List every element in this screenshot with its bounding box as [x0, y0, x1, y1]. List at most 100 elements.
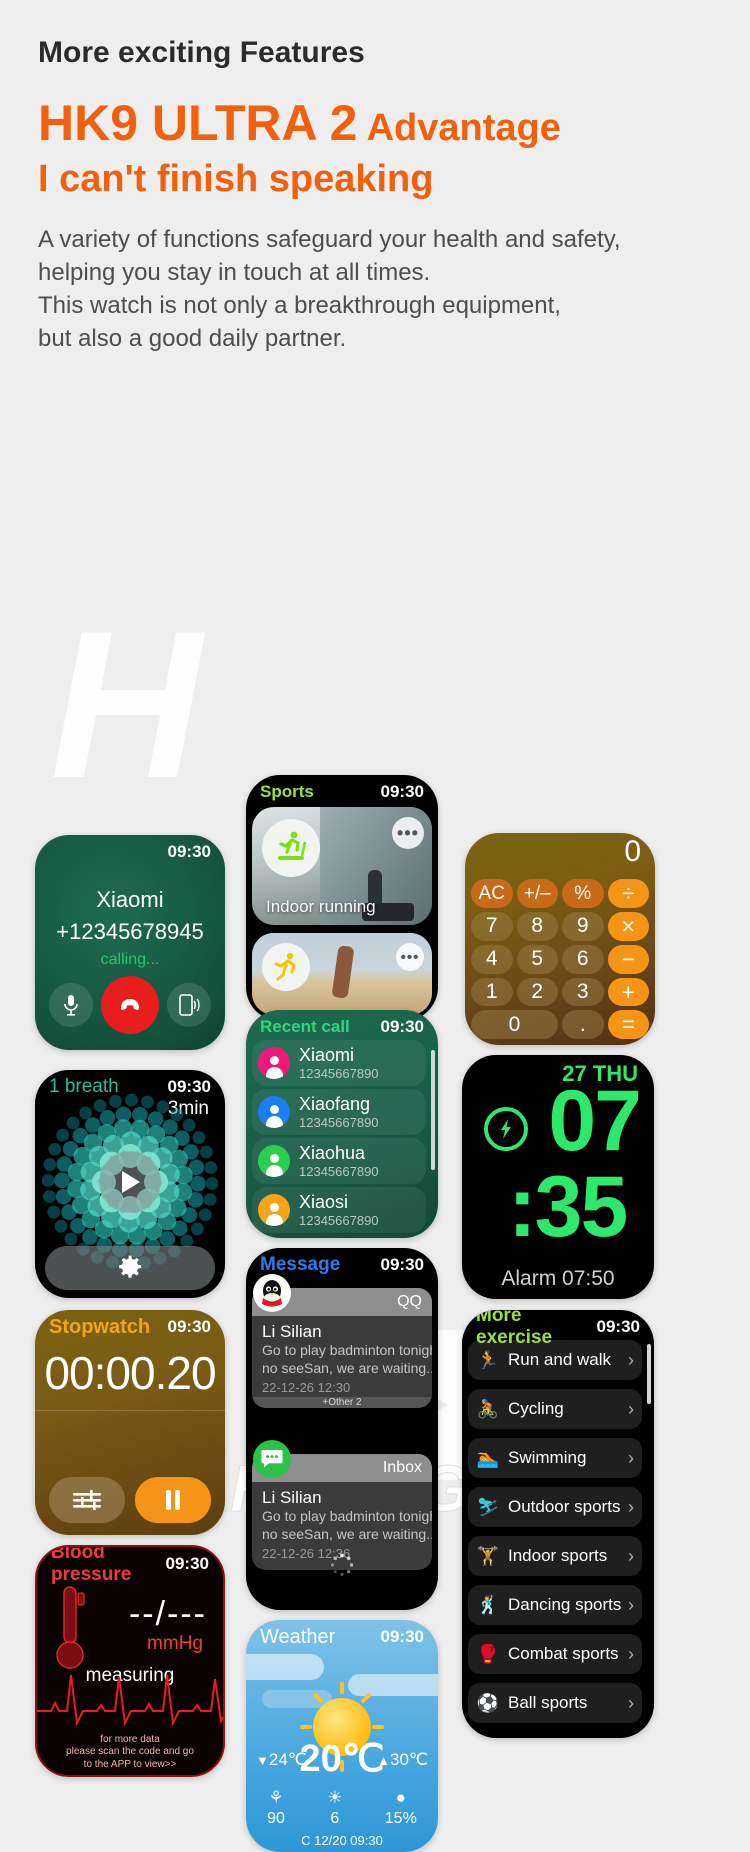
recent-call-row[interactable]: Xiaofang 12345667890: [252, 1089, 426, 1136]
calc-key-2[interactable]: 2: [516, 977, 558, 1007]
calc-key-[interactable]: +: [607, 977, 649, 1007]
breath-title: 1 breath: [49, 1076, 119, 1098]
weather-high-value: 30℃: [389, 1750, 428, 1770]
calc-key-0[interactable]: 0: [471, 1010, 558, 1040]
calc-key-[interactable]: ÷: [607, 879, 649, 909]
blood-pressure-value: --/---: [128, 1595, 207, 1634]
calc-key-AC[interactable]: AC: [471, 879, 513, 909]
lightning-bolt-icon: [484, 1107, 528, 1152]
calc-key-8[interactable]: 8: [516, 912, 558, 941]
exercise-row[interactable]: 🏋 Indoor sports ›: [468, 1536, 642, 1577]
chevron-right-icon: ›: [628, 1349, 634, 1370]
avatar: [258, 1096, 290, 1129]
exercise-label: Indoor sports: [508, 1546, 608, 1566]
page-title-strong: HK9 ULTRA 2: [38, 95, 358, 151]
exercise-row[interactable]: 🥊 Combat sports ›: [468, 1634, 642, 1675]
calc-key-5[interactable]: 5: [516, 944, 558, 974]
page-subtitle: I can't finish speaking: [38, 158, 434, 200]
stopwatch-value: 00:00.20: [44, 1347, 216, 1400]
exercise-row[interactable]: 🚴 Cycling ›: [468, 1389, 642, 1430]
desc-line-1: A variety of functions safeguard your he…: [38, 225, 621, 253]
sports-more-button[interactable]: •••: [392, 817, 424, 850]
calc-key-[interactable]: −: [607, 944, 649, 974]
contact-name: Xiaohua: [299, 1142, 366, 1163]
cyclist-icon: 🚴: [476, 1398, 500, 1419]
calculator-display: 0: [624, 835, 641, 869]
recent-call-row[interactable]: Xiaohua 12345667890: [252, 1138, 426, 1185]
swimmer-icon: 🏊: [476, 1447, 500, 1468]
blood-pressure-time: 09:30: [165, 1554, 209, 1574]
outdoor-runner-icon: [262, 943, 310, 992]
exercise-statusbar: More exercise 09:30: [462, 1310, 654, 1348]
exercise-label: Run and walk: [508, 1350, 612, 1370]
calc-key-7[interactable]: 7: [471, 912, 513, 941]
watch-screen-breath: 1 breath 09:30 3min: [35, 1070, 225, 1299]
exercise-scrollbar[interactable]: [647, 1344, 651, 1405]
calc-key-6[interactable]: 6: [562, 944, 604, 974]
recent-call-scrollbar[interactable]: [431, 1050, 435, 1171]
contact-number: 12345667890: [299, 1163, 379, 1179]
avatar: [258, 1145, 290, 1178]
recent-call-row[interactable]: Xiaosi 12345667890: [252, 1187, 426, 1234]
weather-time: 09:30: [380, 1627, 424, 1647]
calc-key-[interactable]: =: [607, 1010, 649, 1040]
gear-icon[interactable]: [45, 1246, 215, 1291]
call-controls: [35, 976, 225, 1035]
indoor-sports-icon: 🏋: [476, 1545, 500, 1566]
sports-card-outdoor-running[interactable]: •••: [252, 933, 432, 1016]
clock-alarm-label: Alarm 07:50: [501, 1267, 615, 1291]
weather-high: ▲30℃: [377, 1750, 428, 1770]
microphone-icon[interactable]: [49, 983, 93, 1028]
calc-key-[interactable]: ×: [607, 912, 649, 941]
uv-icon: ☀: [327, 1788, 343, 1808]
message-line-2-b: no seeSan, we are waiting...: [262, 1526, 432, 1543]
call-state: calling...: [100, 951, 160, 969]
page-title: HK9 ULTRA 2 Advantage: [38, 98, 712, 149]
calc-key-9[interactable]: 9: [562, 912, 604, 941]
calc-key-[interactable]: .: [562, 1010, 604, 1040]
contact-number: 12345667890: [299, 1212, 379, 1228]
clock-minute: :35: [508, 1159, 628, 1256]
avatar: [258, 1047, 290, 1080]
breath-play-button[interactable]: [99, 1151, 161, 1214]
pause-icon[interactable]: [135, 1477, 211, 1524]
speaker-phone-icon[interactable]: [167, 983, 211, 1028]
calc-key-[interactable]: +/–: [516, 879, 558, 909]
ball-sports-icon: ⚽: [476, 1692, 500, 1713]
lap-icon[interactable]: [49, 1477, 125, 1524]
calc-key-[interactable]: %: [562, 879, 604, 909]
calc-key-1[interactable]: 1: [471, 977, 513, 1007]
blood-pressure-unit: mmHg: [147, 1633, 203, 1655]
chevron-right-icon: ›: [628, 1545, 634, 1566]
blood-pressure-title: Blood pressure: [51, 1545, 132, 1586]
watch-screen-sports: Sports 09:30 ••• Indoor running •••: [246, 775, 438, 1022]
watch-screen-recent-call: Recent call 09:30 Xiaomi 12345667890 Xiaof…: [246, 1010, 438, 1239]
exercise-label: Cycling: [508, 1399, 564, 1419]
exercise-label: Dancing sports: [508, 1595, 622, 1615]
desc-line-4: but also a good daily partner.: [38, 325, 347, 353]
recent-call-list[interactable]: Xiaomi 12345667890 Xiaofang 12345667890 Xiao…: [252, 1040, 426, 1238]
exercise-row[interactable]: 🏊 Swimming ›: [468, 1438, 642, 1479]
exercise-row[interactable]: ⛷ Outdoor sports ›: [468, 1487, 642, 1528]
sports-statusbar: Sports 09:30: [246, 775, 438, 805]
header-eyebrow: More exciting Features: [38, 36, 365, 69]
cloud-shape-1: [246, 1654, 324, 1681]
breath-time: 09:30: [167, 1077, 211, 1097]
sports-card-indoor-running[interactable]: ••• Indoor running: [252, 807, 432, 926]
message-title: Message: [260, 1254, 341, 1276]
calc-key-3[interactable]: 3: [562, 977, 604, 1007]
exercise-row[interactable]: ⚽ Ball sports ›: [468, 1683, 642, 1724]
message-line-2: no seeSan, we are waiting...: [262, 1360, 432, 1377]
calc-key-4[interactable]: 4: [471, 944, 513, 974]
stopwatch-title: Stopwatch: [49, 1315, 151, 1338]
boxer-icon: 🥊: [476, 1643, 500, 1664]
exercise-list[interactable]: 🏃 Run and walk › 🚴 Cycling › 🏊 Swimming › ⛷ Outdoo…: [468, 1340, 642, 1732]
page-header: More exciting Features HK9 ULTRA 2 Advan…: [0, 0, 750, 355]
recent-call-row[interactable]: Xiaomi 12345667890: [252, 1040, 426, 1087]
message-line-1: Go to play badminton tonight,: [262, 1342, 432, 1359]
wind-icon: ⚘: [268, 1788, 284, 1808]
phone-hangup-icon[interactable]: [101, 976, 159, 1035]
exercise-row[interactable]: 🕺 Dancing sports ›: [468, 1585, 642, 1626]
weather-stat-value: 6: [330, 1810, 340, 1828]
bp-note-line-3: to the APP to view>>: [83, 1758, 177, 1770]
